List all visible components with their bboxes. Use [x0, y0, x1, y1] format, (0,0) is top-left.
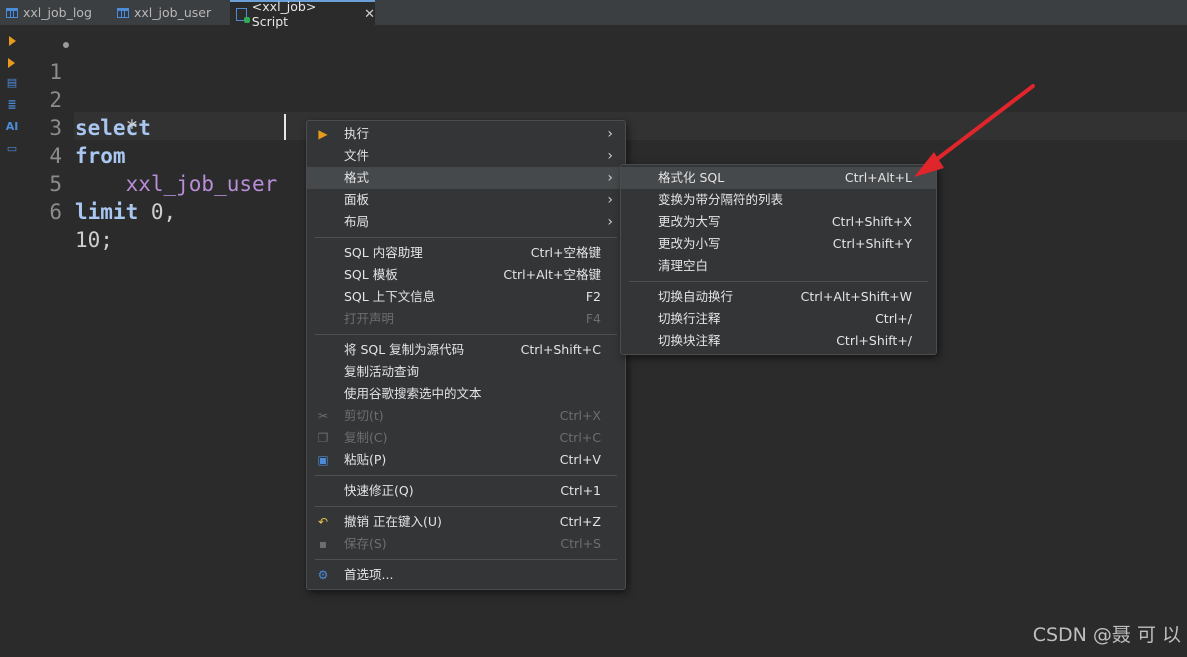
- annotation-arrow: [914, 84, 1035, 177]
- watermark: CSDN @聂 可 以: [1032, 624, 1181, 646]
